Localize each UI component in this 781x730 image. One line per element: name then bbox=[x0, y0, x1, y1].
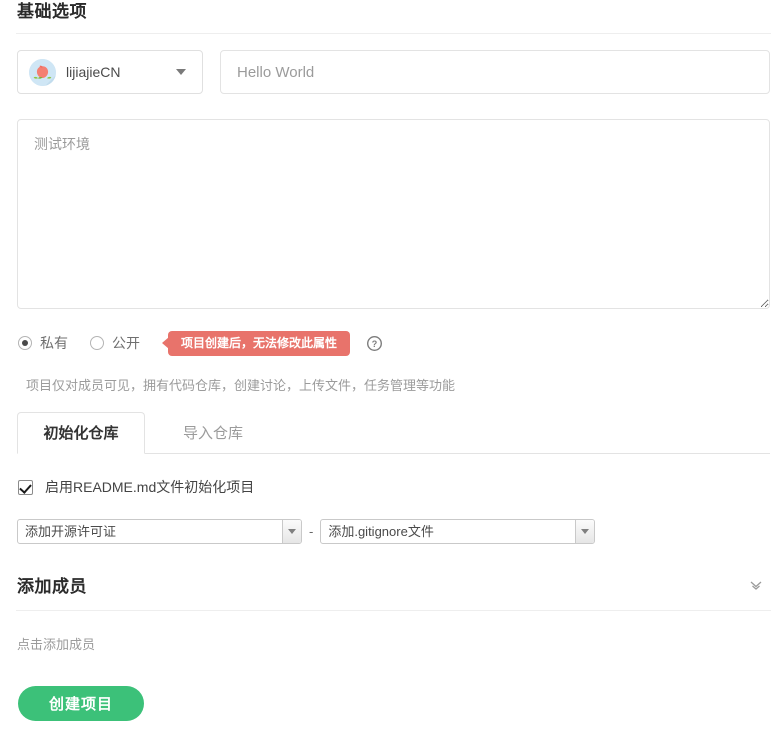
radio-public-dot bbox=[90, 336, 104, 350]
basic-options-header: 基础选项 bbox=[0, 0, 781, 34]
caret-down-icon bbox=[176, 69, 186, 75]
tab-import-repo[interactable]: 导入仓库 bbox=[163, 412, 263, 454]
visibility-row: 私有 公开 项目创建后，无法修改此属性 ? bbox=[0, 328, 781, 358]
radio-private[interactable]: 私有 bbox=[18, 333, 68, 353]
repo-init-tabs: 初始化仓库 导入仓库 bbox=[17, 411, 770, 454]
add-member-divider bbox=[16, 610, 771, 611]
tab-init-repo[interactable]: 初始化仓库 bbox=[17, 412, 145, 454]
project-name-input[interactable] bbox=[220, 50, 770, 94]
add-member-title: 添加成员 bbox=[17, 577, 87, 596]
gitignore-select-caret bbox=[575, 519, 595, 543]
create-project-form: 基础选项 lijiajieCN Hello World 测试环境 私有 公开 项… bbox=[0, 0, 781, 730]
readme-checkbox-row[interactable]: 启用README.md文件初始化项目 bbox=[18, 477, 254, 497]
owner-name-label: lijiajieCN bbox=[66, 64, 121, 80]
status-badge: 项目创建后，无法修改此属性 bbox=[161, 330, 351, 356]
page-title: 基础选项 bbox=[17, 2, 87, 21]
header-divider bbox=[16, 33, 771, 34]
radio-private-label: 私有 bbox=[40, 335, 68, 351]
help-circle-icon[interactable]: ? bbox=[367, 335, 383, 351]
license-select-value: 添加开源许可证 bbox=[25, 523, 117, 539]
repo-extras-row: 添加开源许可证 - 添加.gitignore文件 bbox=[17, 518, 596, 544]
caret-down-icon bbox=[288, 528, 296, 534]
visibility-hint: 项目仅对成员可见，拥有代码仓库，创建讨论，上传文件，任务管理等功能 bbox=[26, 378, 456, 393]
radio-private-dot bbox=[18, 336, 32, 350]
owner-select[interactable]: lijiajieCN bbox=[17, 50, 203, 94]
create-project-button[interactable]: 创建项目 bbox=[18, 686, 144, 721]
owner-and-name-row: lijiajieCN bbox=[0, 50, 781, 96]
add-member-placeholder[interactable]: 点击添加成员 bbox=[17, 634, 95, 653]
svg-text:?: ? bbox=[372, 339, 378, 349]
readme-checkbox-label: 启用README.md文件初始化项目 bbox=[45, 479, 255, 495]
gitignore-select-value: 添加.gitignore文件 bbox=[328, 523, 434, 539]
project-description-textarea[interactable] bbox=[17, 119, 770, 309]
license-select-caret bbox=[282, 519, 301, 543]
radio-public-label: 公开 bbox=[112, 335, 140, 351]
readme-checkbox[interactable] bbox=[18, 479, 33, 495]
peach-avatar-icon bbox=[29, 58, 56, 86]
add-member-header: 添加成员 bbox=[0, 575, 781, 613]
radio-public[interactable]: 公开 bbox=[90, 333, 140, 353]
gitignore-select[interactable]: 添加.gitignore文件 bbox=[320, 518, 596, 544]
select-separator: - bbox=[309, 523, 314, 539]
caret-down-icon bbox=[581, 528, 590, 534]
chevron-double-down-icon[interactable] bbox=[748, 578, 764, 594]
license-select[interactable]: 添加开源许可证 bbox=[17, 518, 302, 544]
